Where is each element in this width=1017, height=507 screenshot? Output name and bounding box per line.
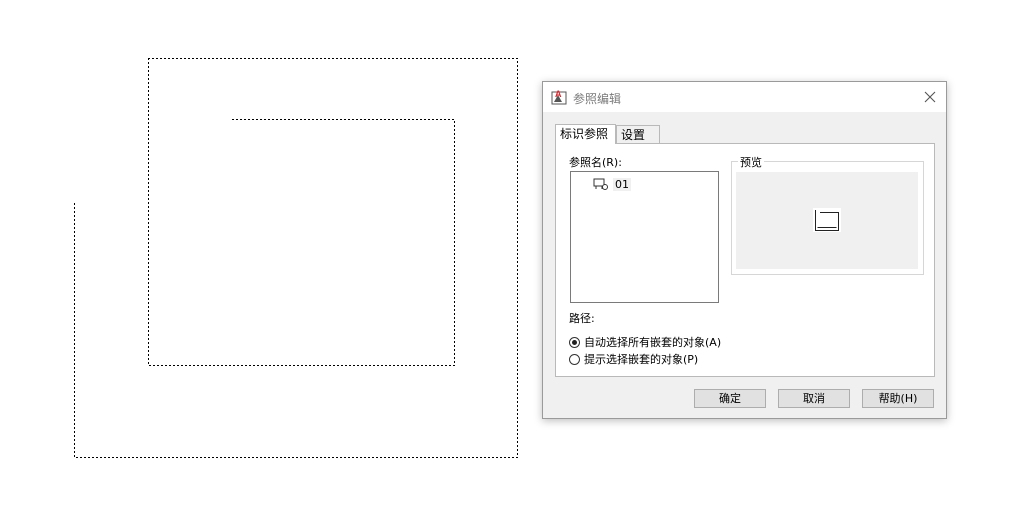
ok-button[interactable]: 确定 xyxy=(694,389,766,408)
middle-rect-dashed xyxy=(148,58,455,366)
cancel-button[interactable]: 取消 xyxy=(778,389,850,408)
reference-edit-dialog: A 参照编辑 标识参照 设置 参照名(R): 01 预览 路径: 自动选择所有嵌… xyxy=(542,81,947,419)
option-auto-select-label: 自动选择所有嵌套的对象(A) xyxy=(584,336,722,349)
preview-area xyxy=(736,172,918,269)
preview-label: 预览 xyxy=(738,154,764,170)
help-button[interactable]: 帮助(H) xyxy=(862,389,934,408)
tab-settings[interactable]: 设置 xyxy=(616,125,660,144)
block-reference-icon xyxy=(593,178,608,190)
title-bar[interactable]: A 参照编辑 xyxy=(543,82,946,112)
option-auto-select-nested[interactable]: 自动选择所有嵌套的对象(A) xyxy=(569,334,721,350)
svg-text:A: A xyxy=(555,89,562,99)
list-item[interactable]: 01 xyxy=(593,176,631,192)
reference-name-label: 参照名(R): xyxy=(569,156,622,169)
tab-panel: 参照名(R): 01 预览 路径: 自动选择所有嵌套的对象(A) 提示选择嵌套的… xyxy=(555,143,935,377)
outer-rect-dashed xyxy=(74,58,518,458)
path-label: 路径: xyxy=(569,312,595,325)
autocad-app-icon: A xyxy=(551,89,567,105)
reference-item-label: 01 xyxy=(613,177,631,191)
tab-identify-reference[interactable]: 标识参照 xyxy=(555,124,616,144)
close-icon[interactable] xyxy=(920,87,940,107)
dialog-title: 参照编辑 xyxy=(573,92,622,106)
option-prompt-select-nested[interactable]: 提示选择嵌套的对象(P) xyxy=(569,351,698,367)
option-prompt-select-label: 提示选择嵌套的对象(P) xyxy=(584,353,699,366)
reference-name-list[interactable]: 01 xyxy=(570,171,719,303)
radio-auto-select[interactable] xyxy=(569,336,580,348)
preview-thumbnail xyxy=(813,208,841,232)
radio-prompt-select[interactable] xyxy=(569,353,580,365)
